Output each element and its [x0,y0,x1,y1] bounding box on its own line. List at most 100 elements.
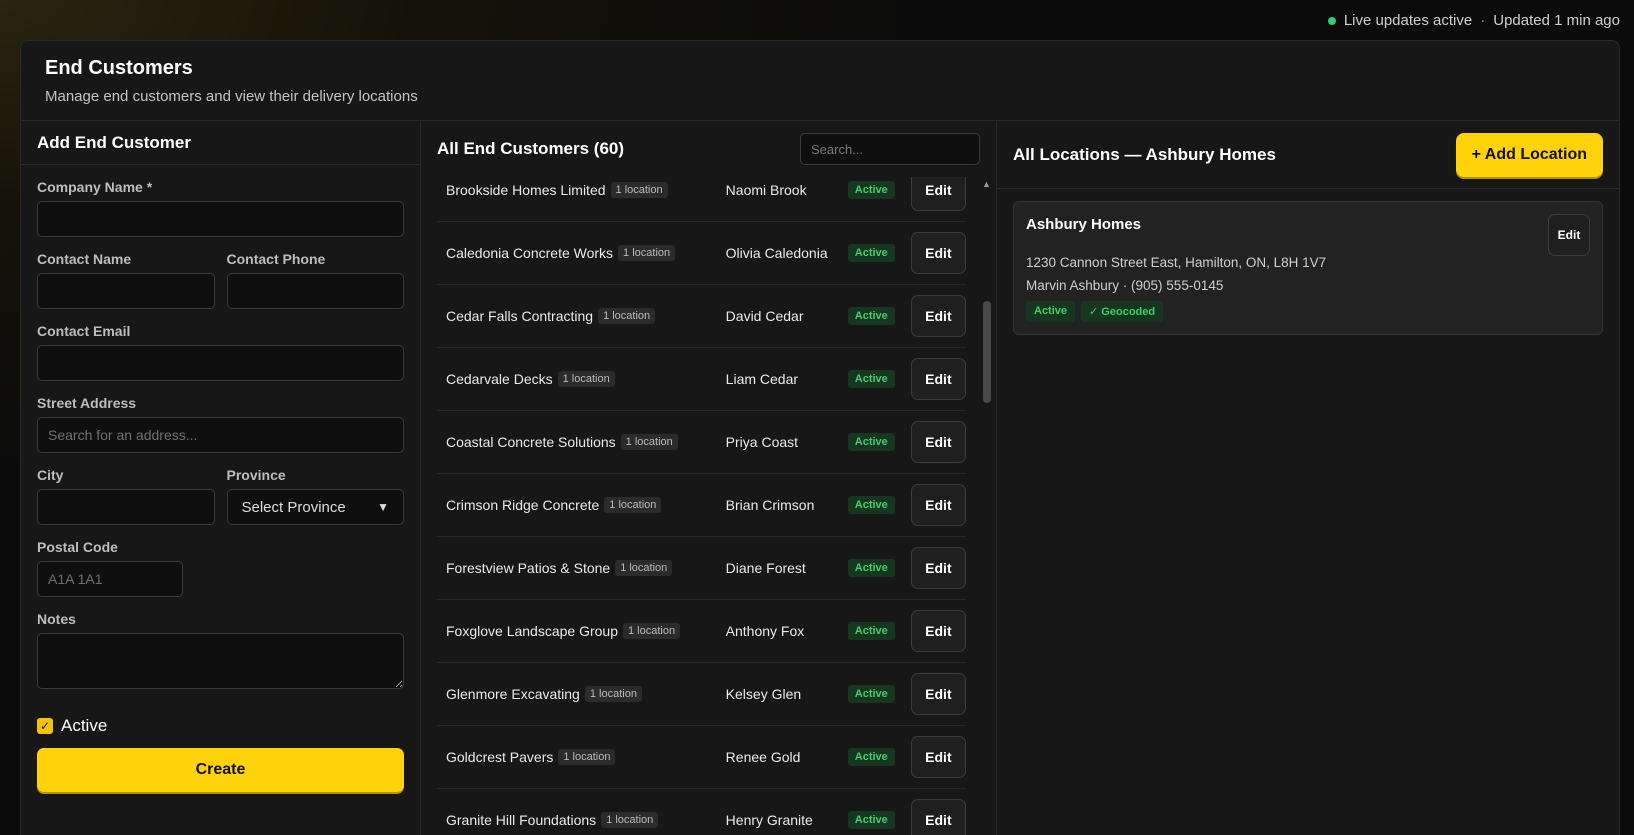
active-checkbox-label: Active [61,716,108,735]
city-input[interactable] [37,489,215,525]
location-count-badge: 1 location [584,686,642,702]
status-badge: Active [847,181,895,199]
contact-name: Naomi Brook [725,182,807,198]
postal-code-input[interactable] [37,561,183,597]
contact-phone-input[interactable] [226,273,404,309]
contact-name-label: Contact Name [37,251,132,267]
location-count-badge: 1 location [620,434,678,450]
add-location-button[interactable]: + Add Location [1455,132,1603,177]
table-row[interactable]: Brookside Homes Limited 1 location Naomi B… [437,177,966,222]
notes-textarea[interactable] [37,633,404,689]
locations-panel: All Locations — Ashbury Homes + Add Loca… [997,121,1619,835]
status-badge: Active [847,685,895,703]
company-name: Cedarvale Decks [446,371,553,387]
table-row[interactable]: Forestview Patios & Stone 1 location Diane… [437,537,966,600]
create-button[interactable]: Create [37,748,404,792]
active-checkbox[interactable]: ✓ [37,718,53,734]
edit-button[interactable]: Edit [910,232,966,274]
status-badge: Active [847,622,895,640]
list-scrollbar[interactable]: ▲ ▼ [981,177,993,835]
table-row[interactable]: Caledonia Concrete Works 1 location Olivia… [437,222,966,285]
province-select[interactable]: Select Province ▼ [226,489,404,525]
location-contact: Marvin Ashbury · (905) 555-0145 [1026,278,1224,293]
status-badge: Active [847,811,895,829]
form-title: Add End Customer [37,133,191,152]
table-row[interactable]: Granite Hill Foundations 1 location Henry … [437,789,966,835]
add-customer-panel: Add End Customer Company Name * Contact … [21,121,421,835]
edit-button[interactable]: Edit [910,421,966,463]
contact-name: Brian Crimson [725,497,815,513]
contact-name-input[interactable] [37,273,215,309]
scrollbar-thumb[interactable] [983,301,991,403]
location-count-badge: 1 location [558,749,616,765]
locations-title: All Locations — Ashbury Homes [1013,144,1276,164]
edit-button[interactable]: Edit [910,358,966,400]
edit-button[interactable]: Edit [910,177,966,211]
location-card: Ashbury Homes 1230 Cannon Street East, H… [1013,201,1603,335]
company-name-label: Company Name * [37,179,153,195]
edit-button[interactable]: Edit [910,610,966,652]
company-name: Cedar Falls Contracting [446,308,594,324]
edit-button[interactable]: Edit [910,673,966,715]
table-row[interactable]: Goldcrest Pavers 1 location Renee Gold Acti… [437,726,966,789]
contact-phone-label: Contact Phone [226,251,326,267]
table-row[interactable]: Cedar Falls Contracting 1 location David C… [437,285,966,348]
contact-name: Priya Coast [725,434,799,450]
customers-list-panel: All End Customers (60) Brookside Homes L… [421,121,997,835]
status-badge: Active [847,370,895,388]
company-name: Brookside Homes Limited [446,182,606,198]
notes-label: Notes [37,611,76,627]
table-row[interactable]: Foxglove Landscape Group 1 location Anthon… [437,600,966,663]
company-cell: Caledonia Concrete Works 1 location [446,245,726,261]
chevron-down-icon: ▼ [377,500,389,514]
street-address-input[interactable] [37,417,404,453]
status-badge: Active [847,307,895,325]
edit-button[interactable]: Edit [910,799,966,835]
company-cell: Cedar Falls Contracting 1 location [446,308,726,324]
location-name: Ashbury Homes [1026,216,1142,233]
company-name-input[interactable] [37,201,404,237]
location-count-badge: 1 location [610,182,668,198]
location-count-badge: 1 location [598,308,656,324]
edit-button[interactable]: Edit [910,736,966,778]
customers-list[interactable]: Brookside Homes Limited 1 location Naomi B… [437,177,966,835]
company-name: Coastal Concrete Solutions [446,434,616,450]
contact-email-label: Contact Email [37,323,131,339]
edit-button[interactable]: Edit [910,484,966,526]
table-row[interactable]: Glenmore Excavating 1 location Kelsey Glen… [437,663,966,726]
company-name: Caledonia Concrete Works [446,245,614,261]
company-name: Foxglove Landscape Group [446,623,618,639]
location-count-badge: 1 location [618,245,676,261]
live-indicator-icon [1327,16,1336,25]
location-edit-button[interactable]: Edit [1548,214,1590,256]
table-row[interactable]: Coastal Concrete Solutions 1 location Priy… [437,411,966,474]
province-selected-value: Select Province [241,498,346,516]
edit-button[interactable]: Edit [910,547,966,589]
company-cell: Forestview Patios & Stone 1 location [446,560,726,576]
company-name: Forestview Patios & Stone [446,560,611,576]
edit-button[interactable]: Edit [910,295,966,337]
contact-name: Kelsey Glen [725,686,802,702]
city-label: City [37,467,64,483]
page-subtitle: Manage end customers and view their deli… [45,88,418,105]
page-header: End Customers Manage end customers and v… [21,41,1619,121]
contact-email-input[interactable] [37,345,404,381]
scroll-up-icon[interactable]: ▲ [982,179,991,189]
location-address: 1230 Cannon Street East, Hamilton, ON, L… [1026,255,1327,270]
status-badge: Active [847,433,895,451]
company-name: Goldcrest Pavers [446,749,554,765]
company-cell: Goldcrest Pavers 1 location [446,749,726,765]
table-row[interactable]: Crimson Ridge Concrete 1 location Brian Cr… [437,474,966,537]
location-count-badge: 1 location [601,812,659,828]
contact-name: Liam Cedar [725,371,799,387]
geocoded-badge: ✓ Geocoded [1081,301,1164,322]
location-status-badge: Active [1026,301,1076,322]
status-separator: · [1480,12,1486,29]
company-cell: Foxglove Landscape Group 1 location [446,623,726,639]
contact-name: Henry Granite [725,812,813,828]
search-input[interactable] [800,133,980,165]
contact-name: Olivia Caledonia [725,245,828,261]
status-badge: Active [847,559,895,577]
location-count-badge: 1 location [557,371,615,387]
table-row[interactable]: Cedarvale Decks 1 location Liam Cedar Activ… [437,348,966,411]
